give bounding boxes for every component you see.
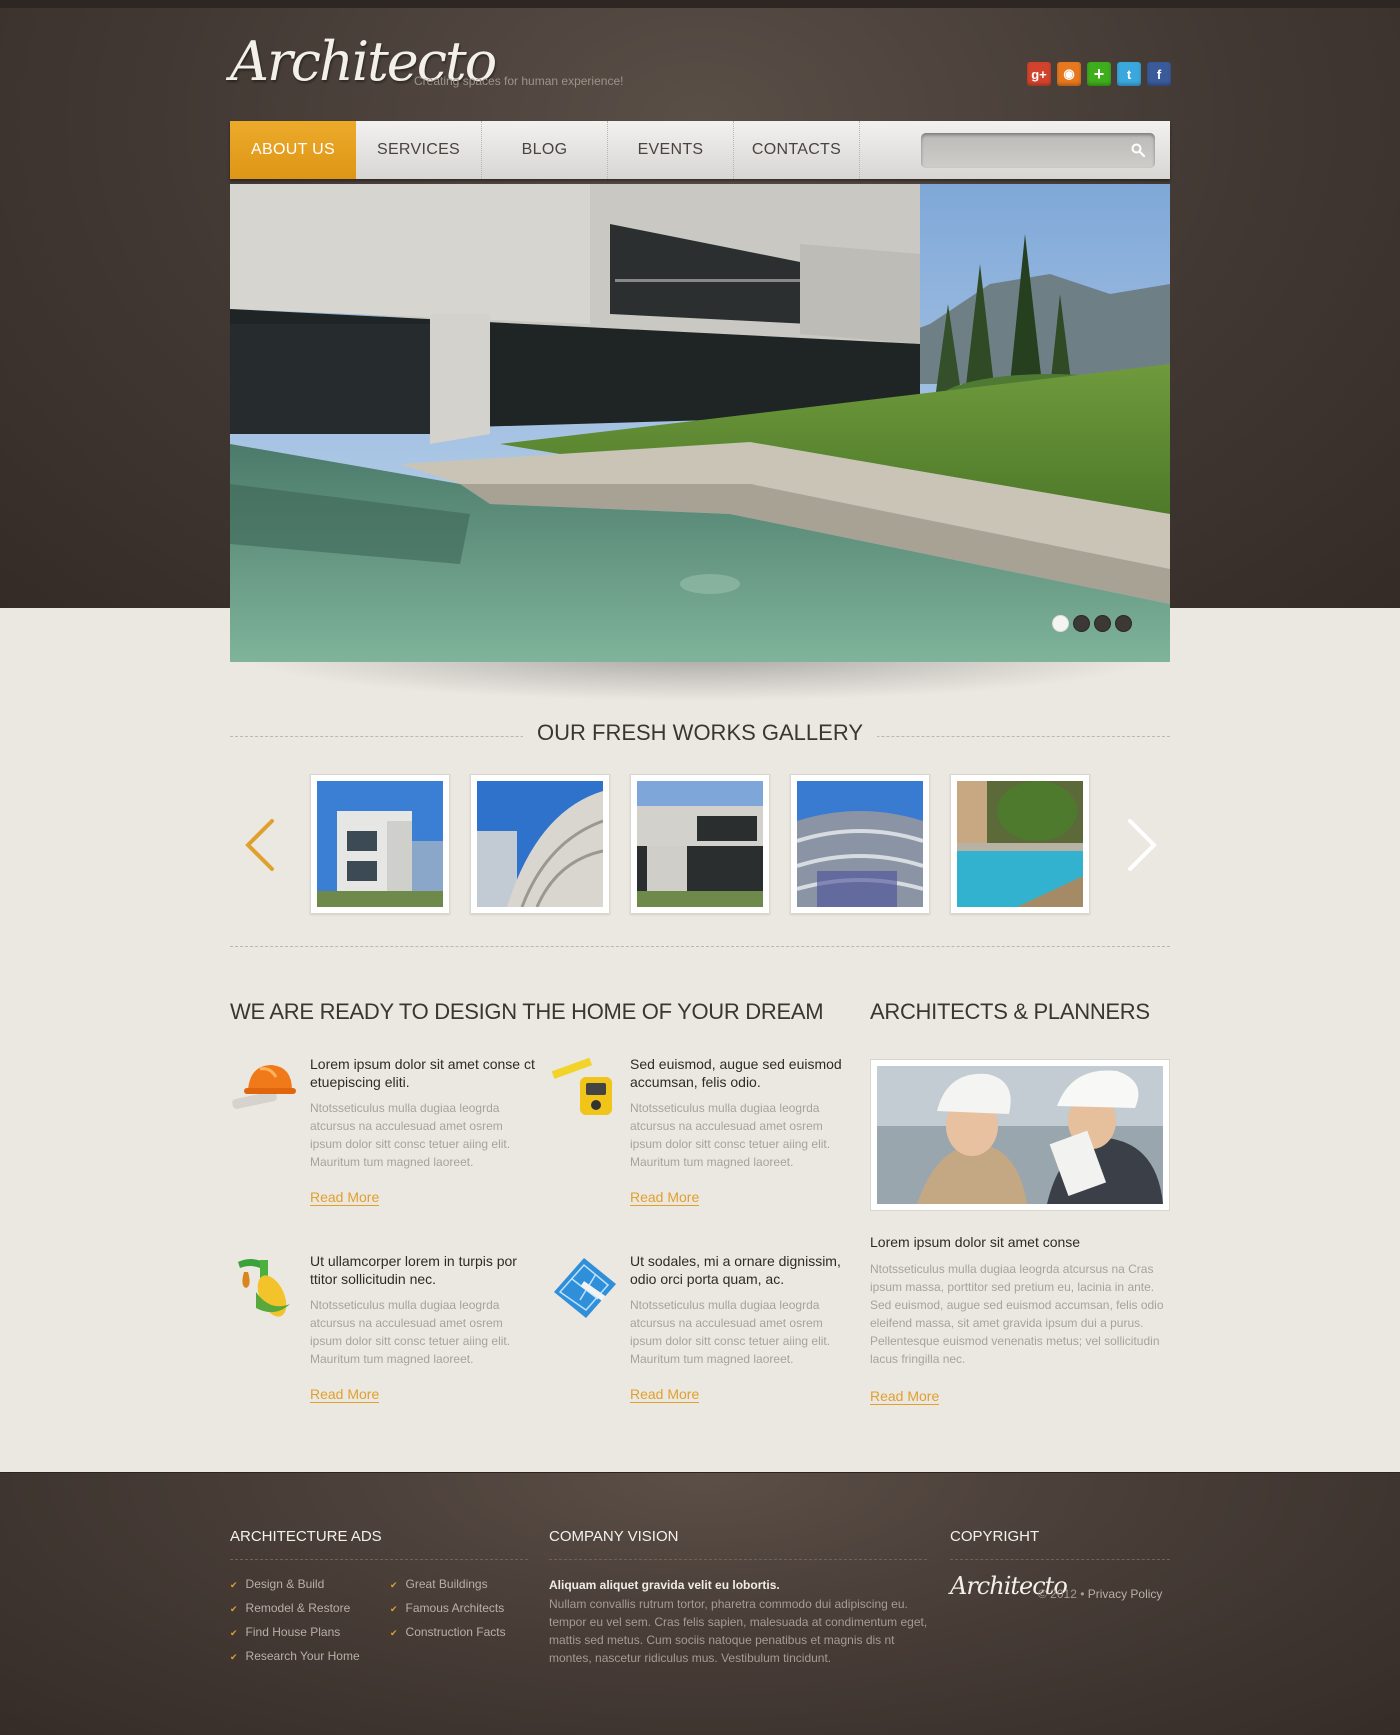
feature-1-text: Ntotsseticulus mulla dugiaa leogrda atcu… xyxy=(310,1101,511,1169)
feature-3-read-more-link[interactable]: Read More xyxy=(310,1386,380,1403)
search-icon[interactable] xyxy=(1131,143,1145,157)
feature-3-text: Ntotsseticulus mulla dugiaa leogrda atcu… xyxy=(310,1298,511,1366)
gallery-divider xyxy=(230,946,1170,947)
feature-1-read-more-link[interactable]: Read More xyxy=(310,1189,380,1206)
footer-link-remodel-restore[interactable]: Remodel & Restore xyxy=(230,1600,360,1624)
add-icon[interactable]: + xyxy=(1087,62,1111,86)
gallery-next-arrow-icon[interactable] xyxy=(1122,815,1162,875)
hero-image-modern-house xyxy=(230,184,1170,662)
thumb-image-concrete-house xyxy=(637,781,763,907)
main-nav: About us Services Blog Events Contacts xyxy=(230,121,1170,179)
gallery-thumb-1[interactable] xyxy=(310,774,450,914)
nav-item-about-us[interactable]: About us xyxy=(230,121,356,179)
architects-photo-frame xyxy=(870,1059,1170,1211)
blueprint-icon xyxy=(554,1258,616,1318)
slider-dot-3[interactable] xyxy=(1094,615,1111,632)
feature-card-3: Ut ullamcorper lorem in turpis por ttito… xyxy=(230,1252,530,1422)
slider-dot-4[interactable] xyxy=(1115,615,1132,632)
gallery-thumb-5[interactable] xyxy=(950,774,1090,914)
thumb-image-pool-terrace xyxy=(957,781,1083,907)
architects-text: Ntotsseticulus mulla dugiaa leogrda atcu… xyxy=(870,1262,1164,1366)
footer-vision-text: Nullam convallis rutrum tortor, pharetra… xyxy=(549,1597,928,1665)
feature-card-4: Ut sodales, mi a ornare dignissim, odio … xyxy=(550,1252,850,1422)
feature-4-text: Ntotsseticulus mulla dugiaa leogrda atcu… xyxy=(630,1298,831,1366)
site-tagline: Creating spaces for human experience! xyxy=(414,74,624,88)
footer-link-construction-facts[interactable]: Construction Facts xyxy=(390,1624,506,1648)
footer-copyright: © 2012 • Privacy Policy xyxy=(1038,1587,1162,1601)
footer-vision-divider xyxy=(549,1559,927,1560)
feature-2-read-more-link[interactable]: Read More xyxy=(630,1189,700,1206)
footer-copyright-title: Copyright xyxy=(950,1528,1040,1545)
footer-ads-list-2: Great Buildings Famous Architects Constr… xyxy=(390,1576,506,1648)
thumb-image-white-house xyxy=(317,781,443,907)
feature-card-2: Sed euismod, augue sed euismod accumsan,… xyxy=(550,1055,850,1225)
feature-4-heading: Ut sodales, mi a ornare dignissim, odio … xyxy=(630,1253,841,1287)
search-box xyxy=(921,133,1155,168)
search-input[interactable] xyxy=(921,133,1111,168)
gallery-thumb-4[interactable] xyxy=(790,774,930,914)
footer-link-research-your-home[interactable]: Research Your Home xyxy=(230,1648,360,1672)
architects-photo xyxy=(877,1066,1163,1204)
gallery-header: Our Fresh Works Gallery xyxy=(230,720,1170,750)
hero-slider[interactable] xyxy=(230,184,1170,662)
feature-4-read-more-link[interactable]: Read More xyxy=(630,1386,700,1403)
nav-item-blog[interactable]: Blog xyxy=(482,121,608,179)
social-links: g+ ◉ + t f xyxy=(1027,62,1171,86)
footer-copyright-divider xyxy=(950,1559,1170,1560)
slider-pagination xyxy=(1052,615,1132,632)
footer-vision-title: Company Vision xyxy=(549,1528,679,1545)
footer-ads-list-1: Design & Build Remodel & Restore Find Ho… xyxy=(230,1576,360,1672)
feature-1-heading: Lorem ipsum dolor sit amet conse ct etue… xyxy=(310,1056,535,1090)
footer-link-famous-architects[interactable]: Famous Architects xyxy=(390,1600,506,1624)
feature-card-1: Lorem ipsum dolor sit amet conse ct etue… xyxy=(230,1055,535,1225)
rss-icon[interactable]: ◉ xyxy=(1057,62,1081,86)
gallery-prev-arrow-icon[interactable] xyxy=(240,815,280,875)
nav-item-events[interactable]: Events xyxy=(608,121,734,179)
gallery-thumbnails xyxy=(310,774,1090,914)
thumb-image-round-tower xyxy=(797,781,923,907)
slider-dot-1[interactable] xyxy=(1052,615,1069,632)
hardhat-blueprint-icon xyxy=(232,1065,296,1109)
facebook-icon[interactable]: f xyxy=(1147,62,1171,86)
footer-ads-title: Architecture Ads xyxy=(230,1528,382,1545)
gallery-thumb-2[interactable] xyxy=(470,774,610,914)
gallery-thumb-3[interactable] xyxy=(630,774,770,914)
footer-link-great-buildings[interactable]: Great Buildings xyxy=(390,1576,506,1600)
feature-2-heading: Sed euismod, augue sed euismod accumsan,… xyxy=(630,1056,842,1090)
gallery-title: Our Fresh Works Gallery xyxy=(523,720,877,746)
features-title: We are ready to design the home of your … xyxy=(230,999,824,1024)
architects-heading: Lorem ipsum dolor sit amet conse xyxy=(870,1234,1081,1250)
thumb-image-curved-building xyxy=(477,781,603,907)
google-plus-icon[interactable]: g+ xyxy=(1027,62,1051,86)
architects-read-more-link[interactable]: Read More xyxy=(870,1388,940,1405)
architects-title: Architects & Planners xyxy=(870,999,1150,1024)
slider-dot-2[interactable] xyxy=(1073,615,1090,632)
slider-shadow xyxy=(200,655,1200,705)
biofuel-corn-icon xyxy=(238,1259,290,1317)
nav-item-contacts[interactable]: Contacts xyxy=(734,121,860,179)
footer-link-design-build[interactable]: Design & Build xyxy=(230,1576,360,1600)
footer-link-find-house-plans[interactable]: Find House Plans xyxy=(230,1624,360,1648)
tape-measure-icon xyxy=(551,1057,612,1115)
feature-3-heading: Ut ullamcorper lorem in turpis por ttito… xyxy=(310,1253,517,1287)
copyright-text: © 2012 • xyxy=(1038,1587,1085,1601)
feature-2-text: Ntotsseticulus mulla dugiaa leogrda atcu… xyxy=(630,1101,831,1169)
footer-ads-divider xyxy=(230,1559,528,1560)
twitter-icon[interactable]: t xyxy=(1117,62,1141,86)
footer-vision-lead: Aliquam aliquet gravida velit eu loborti… xyxy=(549,1578,780,1592)
nav-item-services[interactable]: Services xyxy=(356,121,482,179)
privacy-policy-link[interactable]: Privacy Policy xyxy=(1088,1587,1163,1601)
